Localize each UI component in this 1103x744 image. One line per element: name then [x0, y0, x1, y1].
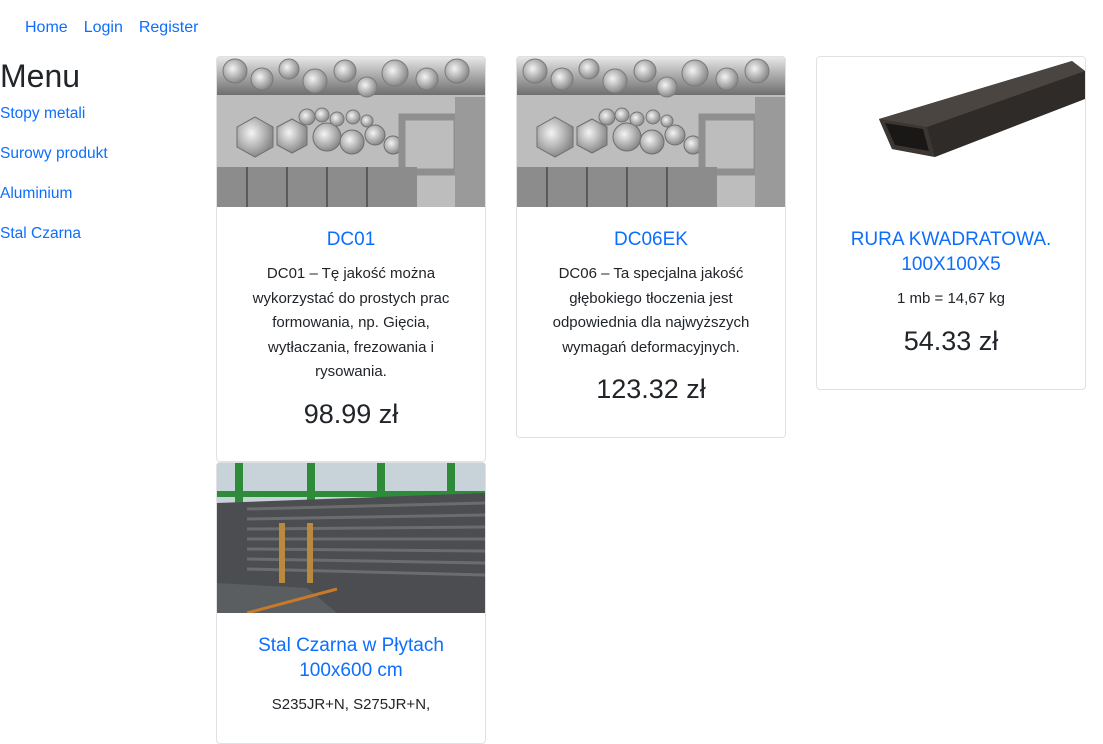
- product-description: S235JR+N, S275JR+N,: [271, 696, 431, 713]
- product-title[interactable]: RURA KWADRATOWA. 100X100X5: [841, 227, 1061, 277]
- product-price: 98.99 zł: [303, 398, 399, 429]
- steel-plates-image: [217, 463, 485, 613]
- product-card-stal-czarna-plyty[interactable]: Stal Czarna w Płytach 100x600 cm S235JR+…: [216, 462, 486, 744]
- sidebar: Menu Stopy metali Surowy produkt Alumini…: [0, 56, 200, 244]
- square-tube-image: [817, 57, 1085, 207]
- sidebar-title: Menu: [0, 58, 81, 94]
- aluminium-profiles-image: [217, 57, 485, 207]
- card-body: RURA KWADRATOWA. 100X100X5 1 mb = 14,67 …: [817, 207, 1085, 382]
- top-nav: Home Login Register: [25, 18, 198, 38]
- product-price: 123.32 zł: [596, 374, 706, 404]
- product-title[interactable]: DC06EK: [541, 227, 761, 252]
- aluminium-profiles-image: [517, 57, 785, 207]
- card-body: DC06EK DC06 – Ta specjalna jakość głębok…: [517, 207, 785, 430]
- sidebar-item-stal-czarna[interactable]: Stal Czarna: [0, 224, 200, 244]
- product-description: DC06 – Ta specjalna jakość głębokiego tł…: [552, 265, 750, 356]
- product-card-dc06ek[interactable]: DC06EK DC06 – Ta specjalna jakość głębok…: [516, 56, 786, 438]
- product-title[interactable]: DC01: [241, 227, 461, 252]
- sidebar-item-surowy-produkt[interactable]: Surowy produkt: [0, 144, 200, 164]
- product-price: 54.33 zł: [903, 325, 999, 356]
- sidebar-item-stopy-metali[interactable]: Stopy metali: [0, 104, 200, 124]
- nav-login-link[interactable]: Login: [84, 18, 123, 38]
- product-title[interactable]: Stal Czarna w Płytach 100x600 cm: [241, 633, 461, 683]
- card-body: Stal Czarna w Płytach 100x600 cm S235JR+…: [217, 613, 485, 742]
- nav-register-link[interactable]: Register: [139, 18, 199, 38]
- sidebar-menu: Stopy metali Surowy produkt Aluminium St…: [0, 104, 200, 244]
- card-body: DC01 DC01 – Tę jakość można wykorzystać …: [217, 207, 485, 455]
- product-description: 1 mb = 14,67 kg: [897, 290, 1005, 307]
- product-card-rura-kwadratowa[interactable]: RURA KWADRATOWA. 100X100X5 1 mb = 14,67 …: [816, 56, 1086, 390]
- product-description: DC01 – Tę jakość można wykorzystać do pr…: [252, 265, 450, 380]
- sidebar-item-aluminium[interactable]: Aluminium: [0, 184, 200, 204]
- nav-home-link[interactable]: Home: [25, 18, 68, 38]
- product-card-dc01[interactable]: DC01 DC01 – Tę jakość można wykorzystać …: [216, 56, 486, 462]
